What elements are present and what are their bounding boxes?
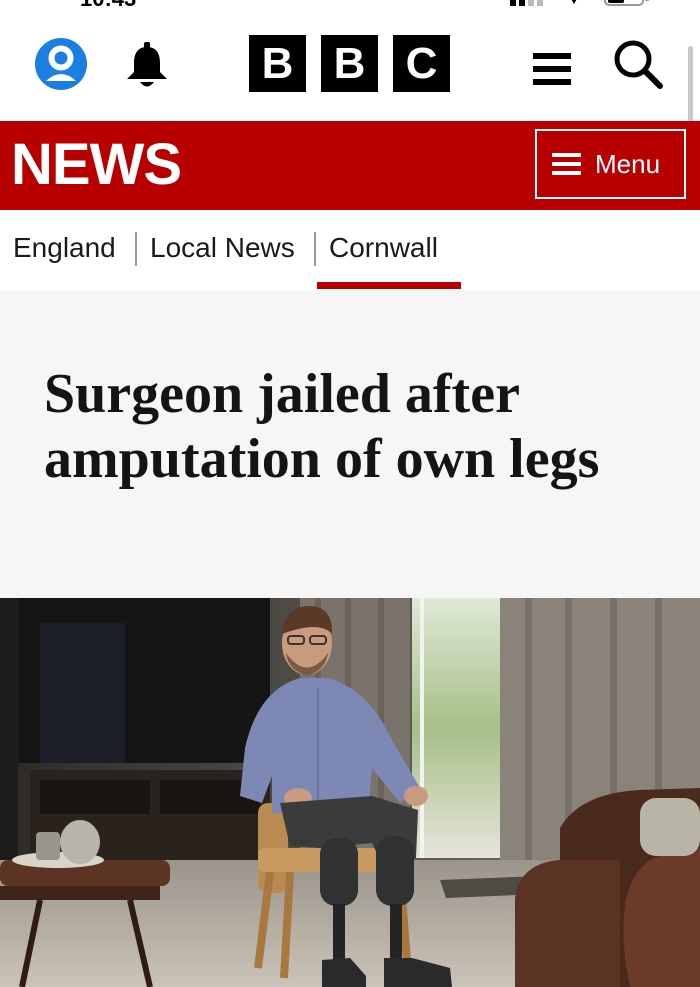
bell-icon <box>127 42 167 87</box>
notifications-button[interactable] <box>124 41 170 91</box>
article-headline: Surgeon jailed after amputation of own l… <box>44 363 600 490</box>
menu-label: Menu <box>595 148 661 179</box>
headline-section: Surgeon jailed after amputation of own l… <box>0 290 700 598</box>
status-bar: 10:43 <box>0 0 700 12</box>
news-banner: NEWS Menu <box>0 121 700 210</box>
wifi-icon <box>571 0 577 4</box>
news-section-title[interactable]: NEWS <box>11 133 182 197</box>
status-time: 10:43 <box>80 0 136 12</box>
scrollbar[interactable] <box>688 46 693 124</box>
user-avatar-icon <box>35 38 87 90</box>
bbc-logo-block: B <box>249 35 306 92</box>
bbc-logo-block: C <box>393 35 450 92</box>
search-icon <box>614 40 663 89</box>
account-button[interactable] <box>34 37 88 91</box>
more-menu-button[interactable] <box>533 51 571 87</box>
bbc-logo[interactable]: B B C <box>249 35 450 92</box>
menu-button[interactable]: Menu <box>535 129 686 199</box>
breadcrumb-item-england[interactable]: England <box>13 232 116 264</box>
bbc-logo-block: B <box>321 35 378 92</box>
breadcrumb-item-cornwall[interactable]: Cornwall <box>329 232 438 264</box>
breadcrumb: England Local News Cornwall <box>0 210 700 290</box>
hamburger-icon <box>552 153 581 175</box>
breadcrumb-divider <box>314 232 316 266</box>
battery-icon <box>604 0 649 6</box>
hamburger-icon <box>533 53 571 85</box>
breadcrumb-item-local-news[interactable]: Local News <box>150 232 295 264</box>
search-button[interactable] <box>612 38 664 90</box>
top-navigation: B B C <box>0 12 700 124</box>
active-breadcrumb-indicator <box>317 282 461 289</box>
article-photo[interactable] <box>0 598 700 987</box>
breadcrumb-divider <box>135 232 137 266</box>
cell-signal-icon <box>510 0 543 6</box>
